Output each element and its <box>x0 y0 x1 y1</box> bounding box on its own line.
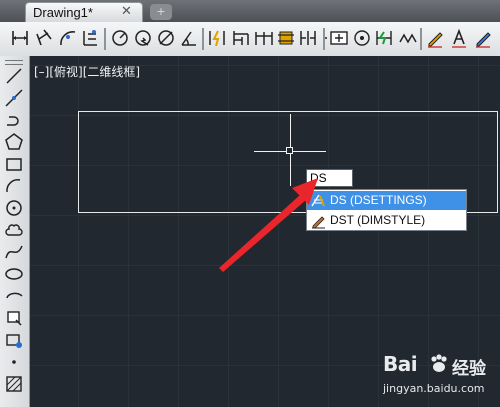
autocomplete-item-dsettings[interactable]: DS (DSETTINGS) <box>307 191 466 210</box>
arc-icon[interactable] <box>4 176 24 196</box>
dimension-text-edit-icon[interactable] <box>425 28 445 48</box>
arc-length-icon[interactable] <box>58 28 78 48</box>
command-autocomplete-list: DS (DSETTINGS) DST (DIMSTYLE) <box>306 189 467 231</box>
jogged-icon[interactable] <box>133 28 153 48</box>
angular-icon[interactable] <box>179 28 199 48</box>
line-icon[interactable] <box>4 66 24 86</box>
jogged-linear-icon[interactable] <box>374 28 394 48</box>
aligned-dimension-icon[interactable] <box>34 28 54 48</box>
dimension-style-icon <box>310 212 327 229</box>
dimension-space-icon[interactable] <box>276 28 296 48</box>
baseline-icon[interactable] <box>231 28 251 48</box>
paw-icon <box>428 353 450 375</box>
baidu-watermark: Bai 经验 jingyan.baidu.com <box>383 352 498 404</box>
circle-icon[interactable] <box>4 198 24 218</box>
linear-dimension-icon[interactable] <box>10 28 30 48</box>
revision-cloud-icon[interactable] <box>4 220 24 240</box>
crosshair-pickbox <box>286 147 293 154</box>
diameter-icon[interactable] <box>156 28 176 48</box>
draw-toolbar <box>0 56 30 407</box>
toolbar-separator <box>323 28 325 50</box>
ordinate-dimension-icon[interactable] <box>80 28 100 48</box>
make-block-icon[interactable] <box>4 330 24 350</box>
dimension-break-icon[interactable] <box>298 28 318 48</box>
inspection-icon[interactable] <box>352 28 372 48</box>
spline-icon[interactable] <box>4 242 24 262</box>
ellipse-arc-icon[interactable] <box>4 286 24 306</box>
point-icon[interactable] <box>4 352 24 372</box>
toolbar-separator <box>104 28 106 50</box>
construction-line-icon[interactable] <box>4 88 24 108</box>
dynamic-command-input[interactable]: DS <box>306 169 353 187</box>
polygon-icon[interactable] <box>4 132 24 152</box>
document-tab-label: Drawing1* <box>33 5 93 20</box>
continue-icon[interactable] <box>254 28 274 48</box>
title-bar: Drawing1* ✕ + <box>0 0 500 22</box>
close-tab-icon[interactable]: ✕ <box>121 4 132 19</box>
dimension-edit-icon[interactable] <box>398 28 418 48</box>
rectangle-icon[interactable] <box>4 154 24 174</box>
polyline-icon[interactable] <box>4 110 24 130</box>
dimension-update-icon[interactable] <box>449 28 469 48</box>
quick-dimension-icon[interactable] <box>207 28 227 48</box>
dimension-style-icon[interactable] <box>473 28 493 48</box>
radius-icon[interactable] <box>110 28 130 48</box>
autocomplete-item-dimstyle[interactable]: DST (DIMSTYLE) <box>307 211 466 230</box>
toolbar-grip[interactable] <box>5 60 23 65</box>
autocomplete-item-label: DS (DSETTINGS) <box>330 193 427 207</box>
watermark-logo-text: Bai <box>383 352 418 376</box>
document-tab[interactable]: Drawing1* ✕ <box>25 2 143 22</box>
toolbar-separator <box>202 28 204 50</box>
drafting-settings-icon <box>310 192 327 209</box>
ellipse-icon[interactable] <box>4 264 24 284</box>
toolbar-separator <box>420 28 422 50</box>
viewport-controls[interactable]: [–][俯视][二维线框] <box>34 63 140 80</box>
hatch-icon[interactable] <box>4 374 24 394</box>
dimension-toolbar <box>0 22 500 57</box>
center-mark-icon[interactable] <box>329 28 349 48</box>
new-tab-button[interactable]: + <box>150 4 172 20</box>
insert-block-icon[interactable] <box>4 308 24 328</box>
autocomplete-item-label: DST (DIMSTYLE) <box>330 213 426 227</box>
watermark-url: jingyan.baidu.com <box>383 382 485 395</box>
watermark-logo-cn: 经验 <box>452 359 486 379</box>
